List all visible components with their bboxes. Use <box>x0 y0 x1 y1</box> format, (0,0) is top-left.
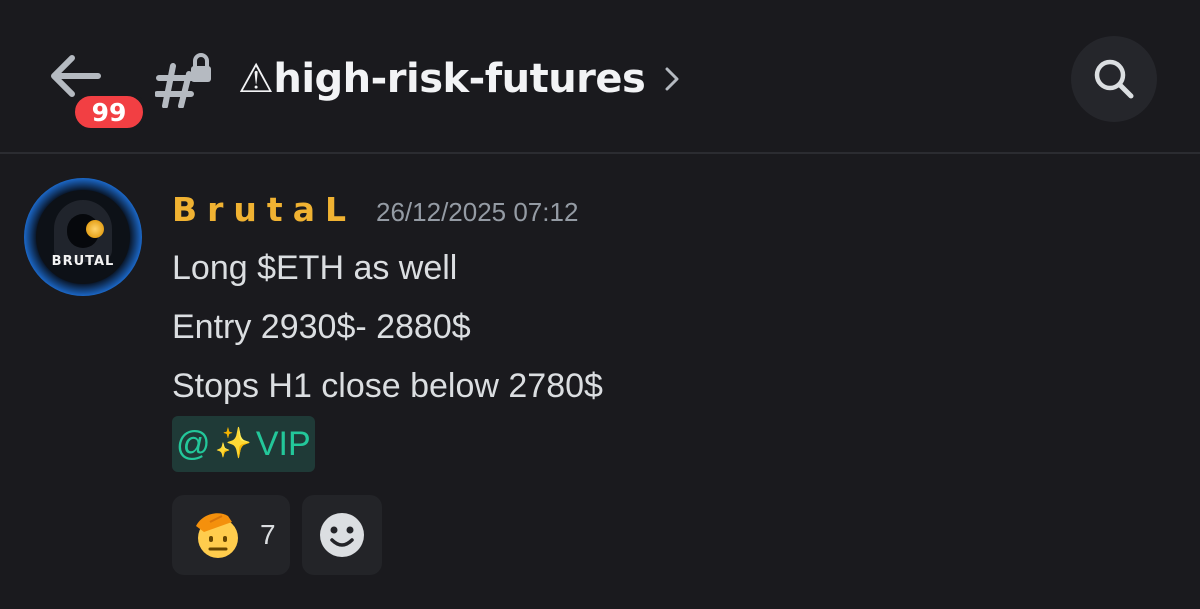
role-mention[interactable]: @ ✨ VIP <box>172 416 315 472</box>
add-reaction-button[interactable] <box>302 495 382 575</box>
avatar[interactable]: BRUTAL <box>24 178 142 296</box>
message-header: BrutaL 26/12/2025 07:12 <box>172 190 578 234</box>
avatar-image: BRUTAL <box>36 190 130 284</box>
message-line: Entry 2930$- 2880$ <box>172 308 471 346</box>
mention-role: VIP <box>255 424 311 463</box>
saluting-face-icon <box>196 513 238 558</box>
search-icon <box>1094 59 1134 99</box>
mention-at: @ <box>176 424 211 463</box>
channel-title-button[interactable]: ⚠high-risk-futures <box>238 54 679 104</box>
sparkles-icon: ✨ <box>214 426 252 461</box>
add-reaction-smile-icon <box>320 513 364 557</box>
message-timestamp: 26/12/2025 07:12 <box>376 197 579 227</box>
chevron-right-icon <box>665 67 679 91</box>
channel-name: ⚠high-risk-futures <box>238 56 646 102</box>
reaction-count: 7 <box>260 519 276 550</box>
avatar-logo-text: BRUTAL <box>51 254 115 269</box>
message: BRUTAL BrutaL 26/12/2025 07:12 Long $ETH… <box>0 160 1200 609</box>
search-button[interactable] <box>1071 36 1157 122</box>
reaction-saluting-face[interactable]: 7 <box>172 495 290 575</box>
locked-hash-icon <box>155 53 211 108</box>
message-line: Long $ETH as well <box>172 249 458 287</box>
message-line: Stops H1 close below 2780$ <box>172 367 603 405</box>
channel-header: 99 ⚠high-risk-futures <box>0 0 1200 154</box>
unread-badge: 99 <box>71 92 147 132</box>
author-name[interactable]: BrutaL <box>172 190 356 229</box>
bitcoin-coin-icon <box>86 220 104 238</box>
